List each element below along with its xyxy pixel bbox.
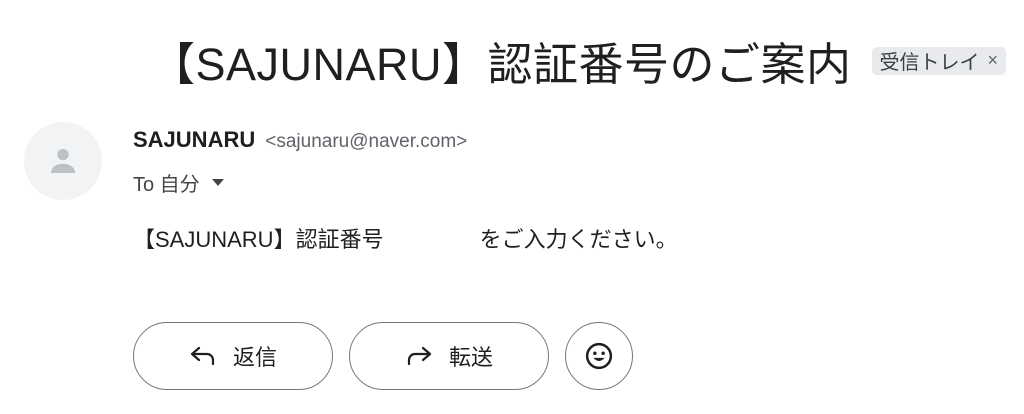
reply-arrow-icon [190, 346, 215, 366]
emoji-smile-icon [585, 342, 613, 370]
sender-email: <sajunaru@naver.com> [265, 131, 468, 152]
reply-button-label: 返信 [232, 345, 277, 370]
body-text-part2: をご入力ください。 [479, 227, 678, 252]
subject-row: 【SAJUNARU】認証番号のご案内 受信トレイ × [150, 28, 1007, 93]
email-view: 【SAJUNARU】認証番号のご案内 受信トレイ × SAJUNARU <saj… [0, 0, 1024, 414]
forward-button[interactable]: 転送 [349, 322, 549, 390]
label-chip-remove-icon[interactable]: × [988, 50, 999, 71]
recipient-details-toggle[interactable]: To 自分 [133, 168, 224, 197]
body-text-part1: 【SAJUNARU】認証番号 [133, 227, 384, 252]
email-subject: 【SAJUNARU】認証番号のご案内 [150, 39, 852, 90]
sender-avatar[interactable] [24, 122, 102, 200]
reply-button[interactable]: 返信 [133, 322, 333, 390]
sender-name[interactable]: SAJUNARU [133, 127, 255, 153]
recipient-text: To 自分 [133, 174, 200, 196]
emoji-reaction-button[interactable] [565, 322, 633, 390]
label-chip-text: 受信トレイ [879, 52, 980, 74]
label-chip-inbox[interactable]: 受信トレイ × [871, 46, 1007, 75]
body-redacted-gap [384, 222, 480, 254]
person-icon [50, 148, 76, 174]
forward-arrow-icon [407, 346, 432, 366]
sender-line: SAJUNARU <sajunaru@naver.com> [133, 127, 467, 153]
caret-down-icon[interactable] [211, 179, 224, 186]
forward-button-label: 転送 [448, 345, 493, 370]
email-body: 【SAJUNARU】認証番号 をご入力ください。 [133, 222, 678, 254]
